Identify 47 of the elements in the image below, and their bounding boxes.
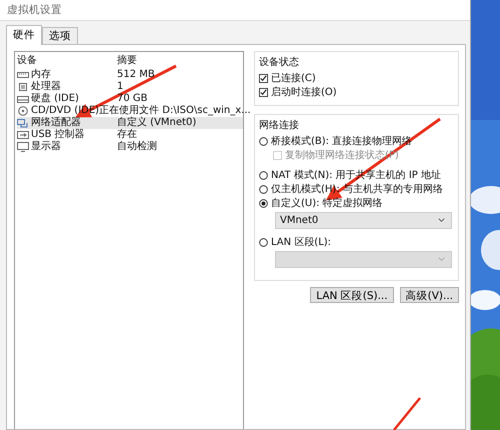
tab[interactable]: 选项 bbox=[42, 27, 78, 44]
chip-icon bbox=[17, 82, 29, 92]
device-summary: 自动检测 bbox=[117, 141, 157, 153]
device-summary: 自定义 (VMnet0) bbox=[117, 117, 196, 129]
button[interactable]: 高级(V)... bbox=[400, 287, 459, 303]
radio-button[interactable] bbox=[259, 238, 268, 246]
device-name[interactable]: 处理器 bbox=[31, 81, 61, 93]
radio-button[interactable] bbox=[259, 136, 268, 146]
device-name[interactable]: CD/DVD (IDE) bbox=[31, 105, 100, 117]
selected-row[interactable]: 网络适配器 自定义 (VMnet0) bbox=[17, 117, 243, 129]
monitor-icon bbox=[17, 142, 29, 152]
radio-button[interactable] bbox=[259, 170, 268, 180]
dropdown[interactable]: VMnet0 bbox=[275, 212, 452, 229]
group-title: 设备状态 bbox=[259, 56, 300, 69]
device-name[interactable]: 内存 bbox=[31, 69, 51, 81]
disc-icon bbox=[17, 106, 29, 116]
network-icon bbox=[17, 118, 29, 128]
device-name[interactable]: USB 控制器 bbox=[31, 129, 85, 141]
device-summary: 70 GB bbox=[117, 93, 148, 104]
button[interactable]: LAN 区段(S)... bbox=[310, 287, 394, 303]
radio-button[interactable] bbox=[259, 184, 268, 194]
group-title: 网络连接 bbox=[259, 118, 300, 132]
chevron-down-icon bbox=[437, 255, 446, 264]
drive-icon bbox=[17, 94, 29, 104]
annotation-line bbox=[393, 397, 421, 430]
radio-button[interactable] bbox=[259, 198, 268, 208]
checkbox-label: 已连接(C) bbox=[271, 72, 316, 85]
device-summary: 存在 bbox=[117, 129, 137, 141]
tab[interactable]: 硬件 bbox=[6, 25, 42, 45]
device-summary: 512 MB bbox=[117, 69, 155, 81]
device-name[interactable]: 显示器 bbox=[31, 141, 61, 153]
device-summary: 正在使用文件 D:\ISO\sc_win_x... bbox=[99, 105, 251, 116]
chevron-down-icon bbox=[437, 216, 446, 225]
checkbox[interactable] bbox=[259, 88, 268, 96]
radio-label: 桥接模式(B): 直接连接物理网络 bbox=[271, 134, 412, 148]
column-header: 摘要 bbox=[117, 55, 137, 67]
device-name[interactable]: 硬盘 (IDE) bbox=[31, 93, 79, 105]
radio-label: 自定义(U): 特定虚拟网络 bbox=[271, 196, 383, 210]
device-name[interactable]: 网络适配器 bbox=[31, 117, 81, 129]
column-header: 设备 bbox=[17, 55, 38, 67]
checkbox[interactable] bbox=[259, 74, 268, 82]
memory-icon bbox=[17, 70, 29, 80]
radio-label: LAN 区段(L): bbox=[271, 236, 332, 249]
device-summary: 1 bbox=[117, 81, 124, 93]
usb-icon bbox=[17, 130, 29, 140]
checkbox-label: 启动时连接(O) bbox=[271, 86, 337, 99]
window-title: 虚拟机设置 bbox=[7, 3, 62, 17]
